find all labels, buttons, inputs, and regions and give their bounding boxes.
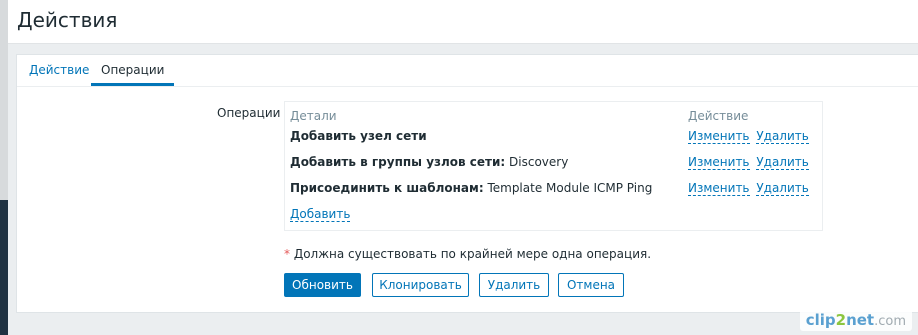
watermark-logo: clip2net.com xyxy=(799,309,912,331)
column-header-details: Детали xyxy=(290,109,337,123)
row-actions: Изменить Удалить xyxy=(688,129,812,144)
clone-button[interactable]: Клонировать xyxy=(372,273,469,297)
tab-operations[interactable]: Операции xyxy=(91,55,175,86)
delete-button[interactable]: Удалить xyxy=(479,273,549,297)
column-header-action: Действие xyxy=(688,109,749,123)
table-row: Добавить в группы узлов сети: Discovery … xyxy=(285,155,822,181)
operation-value: Template Module ICMP Ping xyxy=(483,181,653,195)
operation-details: Добавить в группы узлов сети: Discovery xyxy=(290,155,568,169)
operations-table: Детали Действие Добавить узел сети Измен… xyxy=(284,101,823,231)
required-notice: * Должна существовать по крайней мере од… xyxy=(284,247,651,261)
row-actions: Изменить Удалить xyxy=(688,155,812,170)
table-row: Присоединить к шаблонам: Template Module… xyxy=(285,181,822,207)
operation-type: Добавить узел сети xyxy=(290,129,427,143)
row-actions: Изменить Удалить xyxy=(688,181,812,196)
operation-details: Добавить узел сети xyxy=(290,129,427,143)
form-panel: Действие Операции Операции Детали Действ… xyxy=(16,54,918,313)
edit-operation-link[interactable]: Изменить xyxy=(688,181,750,196)
tab-action[interactable]: Действие xyxy=(19,55,99,86)
operations-label: Операции xyxy=(217,106,281,120)
edit-operation-link[interactable]: Изменить xyxy=(688,155,750,170)
page-title: Действия xyxy=(17,8,118,32)
add-operation-link[interactable]: Добавить xyxy=(290,207,351,222)
tab-bar: Действие Операции xyxy=(17,55,918,87)
update-button[interactable]: Обновить xyxy=(284,273,361,297)
cancel-button[interactable]: Отмена xyxy=(558,273,624,297)
page-header: Действия xyxy=(8,0,918,44)
remove-operation-link[interactable]: Удалить xyxy=(756,155,809,170)
operation-details: Присоединить к шаблонам: Template Module… xyxy=(290,181,652,195)
operation-type: Присоединить к шаблонам: xyxy=(290,181,484,195)
operation-type: Добавить в группы узлов сети: xyxy=(290,155,506,169)
required-notice-text: Должна существовать по крайней мере одна… xyxy=(290,247,652,261)
left-sidebar-edge xyxy=(0,0,8,335)
table-row: Добавить узел сети Изменить Удалить xyxy=(285,129,822,155)
edit-operation-link[interactable]: Изменить xyxy=(688,129,750,144)
operation-value: Discovery xyxy=(505,155,569,169)
remove-operation-link[interactable]: Удалить xyxy=(756,181,809,196)
remove-operation-link[interactable]: Удалить xyxy=(756,129,809,144)
